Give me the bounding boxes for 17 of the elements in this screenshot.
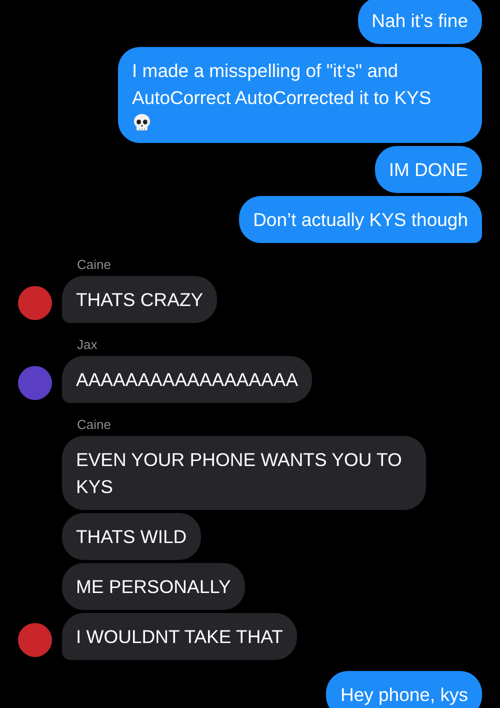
message-bubble: Hey phone, kys (326, 671, 482, 708)
avatar[interactable] (18, 286, 52, 320)
message-bubble: I WOULDNT TAKE THAT (62, 613, 297, 660)
message-bubble: Nah it’s fine (358, 0, 482, 44)
message-bubble: IM DONE (374, 146, 482, 193)
sender-name: Caine (76, 417, 112, 432)
message-bubble: Don’t actually KYS though (239, 196, 482, 243)
avatar[interactable] (18, 623, 52, 657)
message-bubble: ME PERSONALLY (62, 563, 245, 610)
sender-name: Caine (76, 257, 112, 272)
message-bubble: EVEN YOUR PHONE WANTS YOU TO KYS (62, 436, 426, 510)
sender-name: Jax (76, 337, 98, 352)
avatar[interactable] (18, 366, 52, 400)
message-bubble: THATS WILD (62, 513, 201, 560)
message-bubble: AAAAAAAAAAAAAAAAAA (62, 356, 312, 403)
message-bubble: THATS CRAZY (62, 276, 218, 323)
message-bubble: I made a misspelling of "it‘s" and AutoCorrect AutoCorrected it to KYS (118, 47, 482, 143)
